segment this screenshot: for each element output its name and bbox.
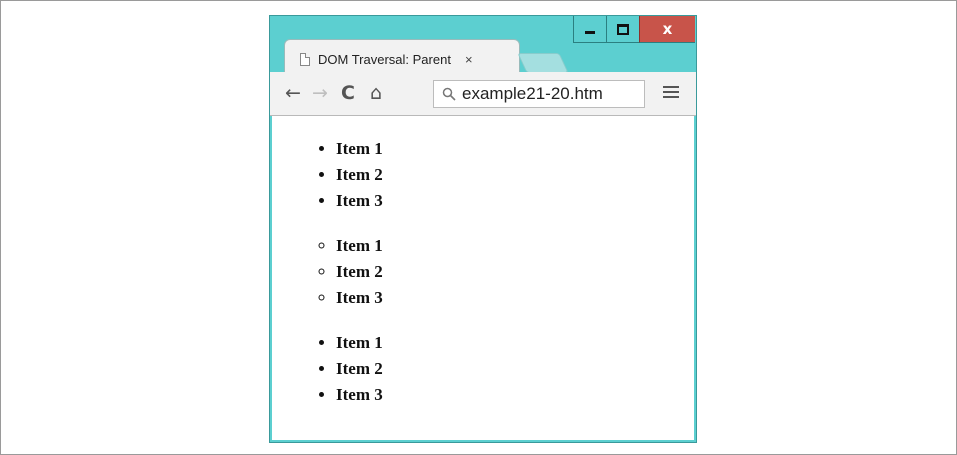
list-3: Item 1 Item 2 Item 3 [272,330,694,408]
lists-container: Item 1 Item 2 Item 3 Item 1 Item 2 Item … [272,136,694,408]
home-icon[interactable]: ⌂ [366,82,386,104]
menu-icon[interactable] [663,86,679,102]
address-bar[interactable]: example21-20.htm [433,80,645,108]
page-viewport: Item 1 Item 2 Item 3 Item 1 Item 2 Item … [272,116,694,440]
window-controls: x [573,16,695,44]
tab-title: DOM Traversal: Parent [318,51,451,67]
search-icon [442,87,456,101]
maximize-button[interactable] [606,16,639,43]
list-item: Item 2 [336,162,694,188]
list-item: Item 3 [336,285,694,311]
list-item: Item 1 [336,330,694,356]
tab-close-icon[interactable]: × [465,52,473,67]
maximize-icon [617,23,629,35]
list-item: Item 2 [336,356,694,382]
url-text[interactable]: example21-20.htm [462,84,603,104]
list-item: Item 3 [336,188,694,214]
reload-icon[interactable]: C [338,82,358,104]
close-icon: x [662,19,673,38]
forward-arrow-icon[interactable]: → [310,82,330,104]
minimize-icon [585,31,595,34]
list-item: Item 1 [336,136,694,162]
list-item: Item 3 [336,382,694,408]
new-tab-button[interactable] [517,53,569,73]
list-1: Item 1 Item 2 Item 3 [272,136,694,214]
list-item: Item 1 [336,233,694,259]
back-arrow-icon[interactable]: ← [283,82,303,104]
tab-content: DOM Traversal: Parent × [300,45,510,73]
browser-window: x DOM Traversal: Parent × ← → C ⌂ exampl… [269,15,697,443]
minimize-button[interactable] [573,16,606,43]
close-window-button[interactable]: x [639,16,695,43]
list-item: Item 2 [336,259,694,285]
page-icon [300,52,310,66]
browser-toolbar: ← → C ⌂ example21-20.htm [270,72,696,116]
list-2: Item 1 Item 2 Item 3 [272,233,694,311]
